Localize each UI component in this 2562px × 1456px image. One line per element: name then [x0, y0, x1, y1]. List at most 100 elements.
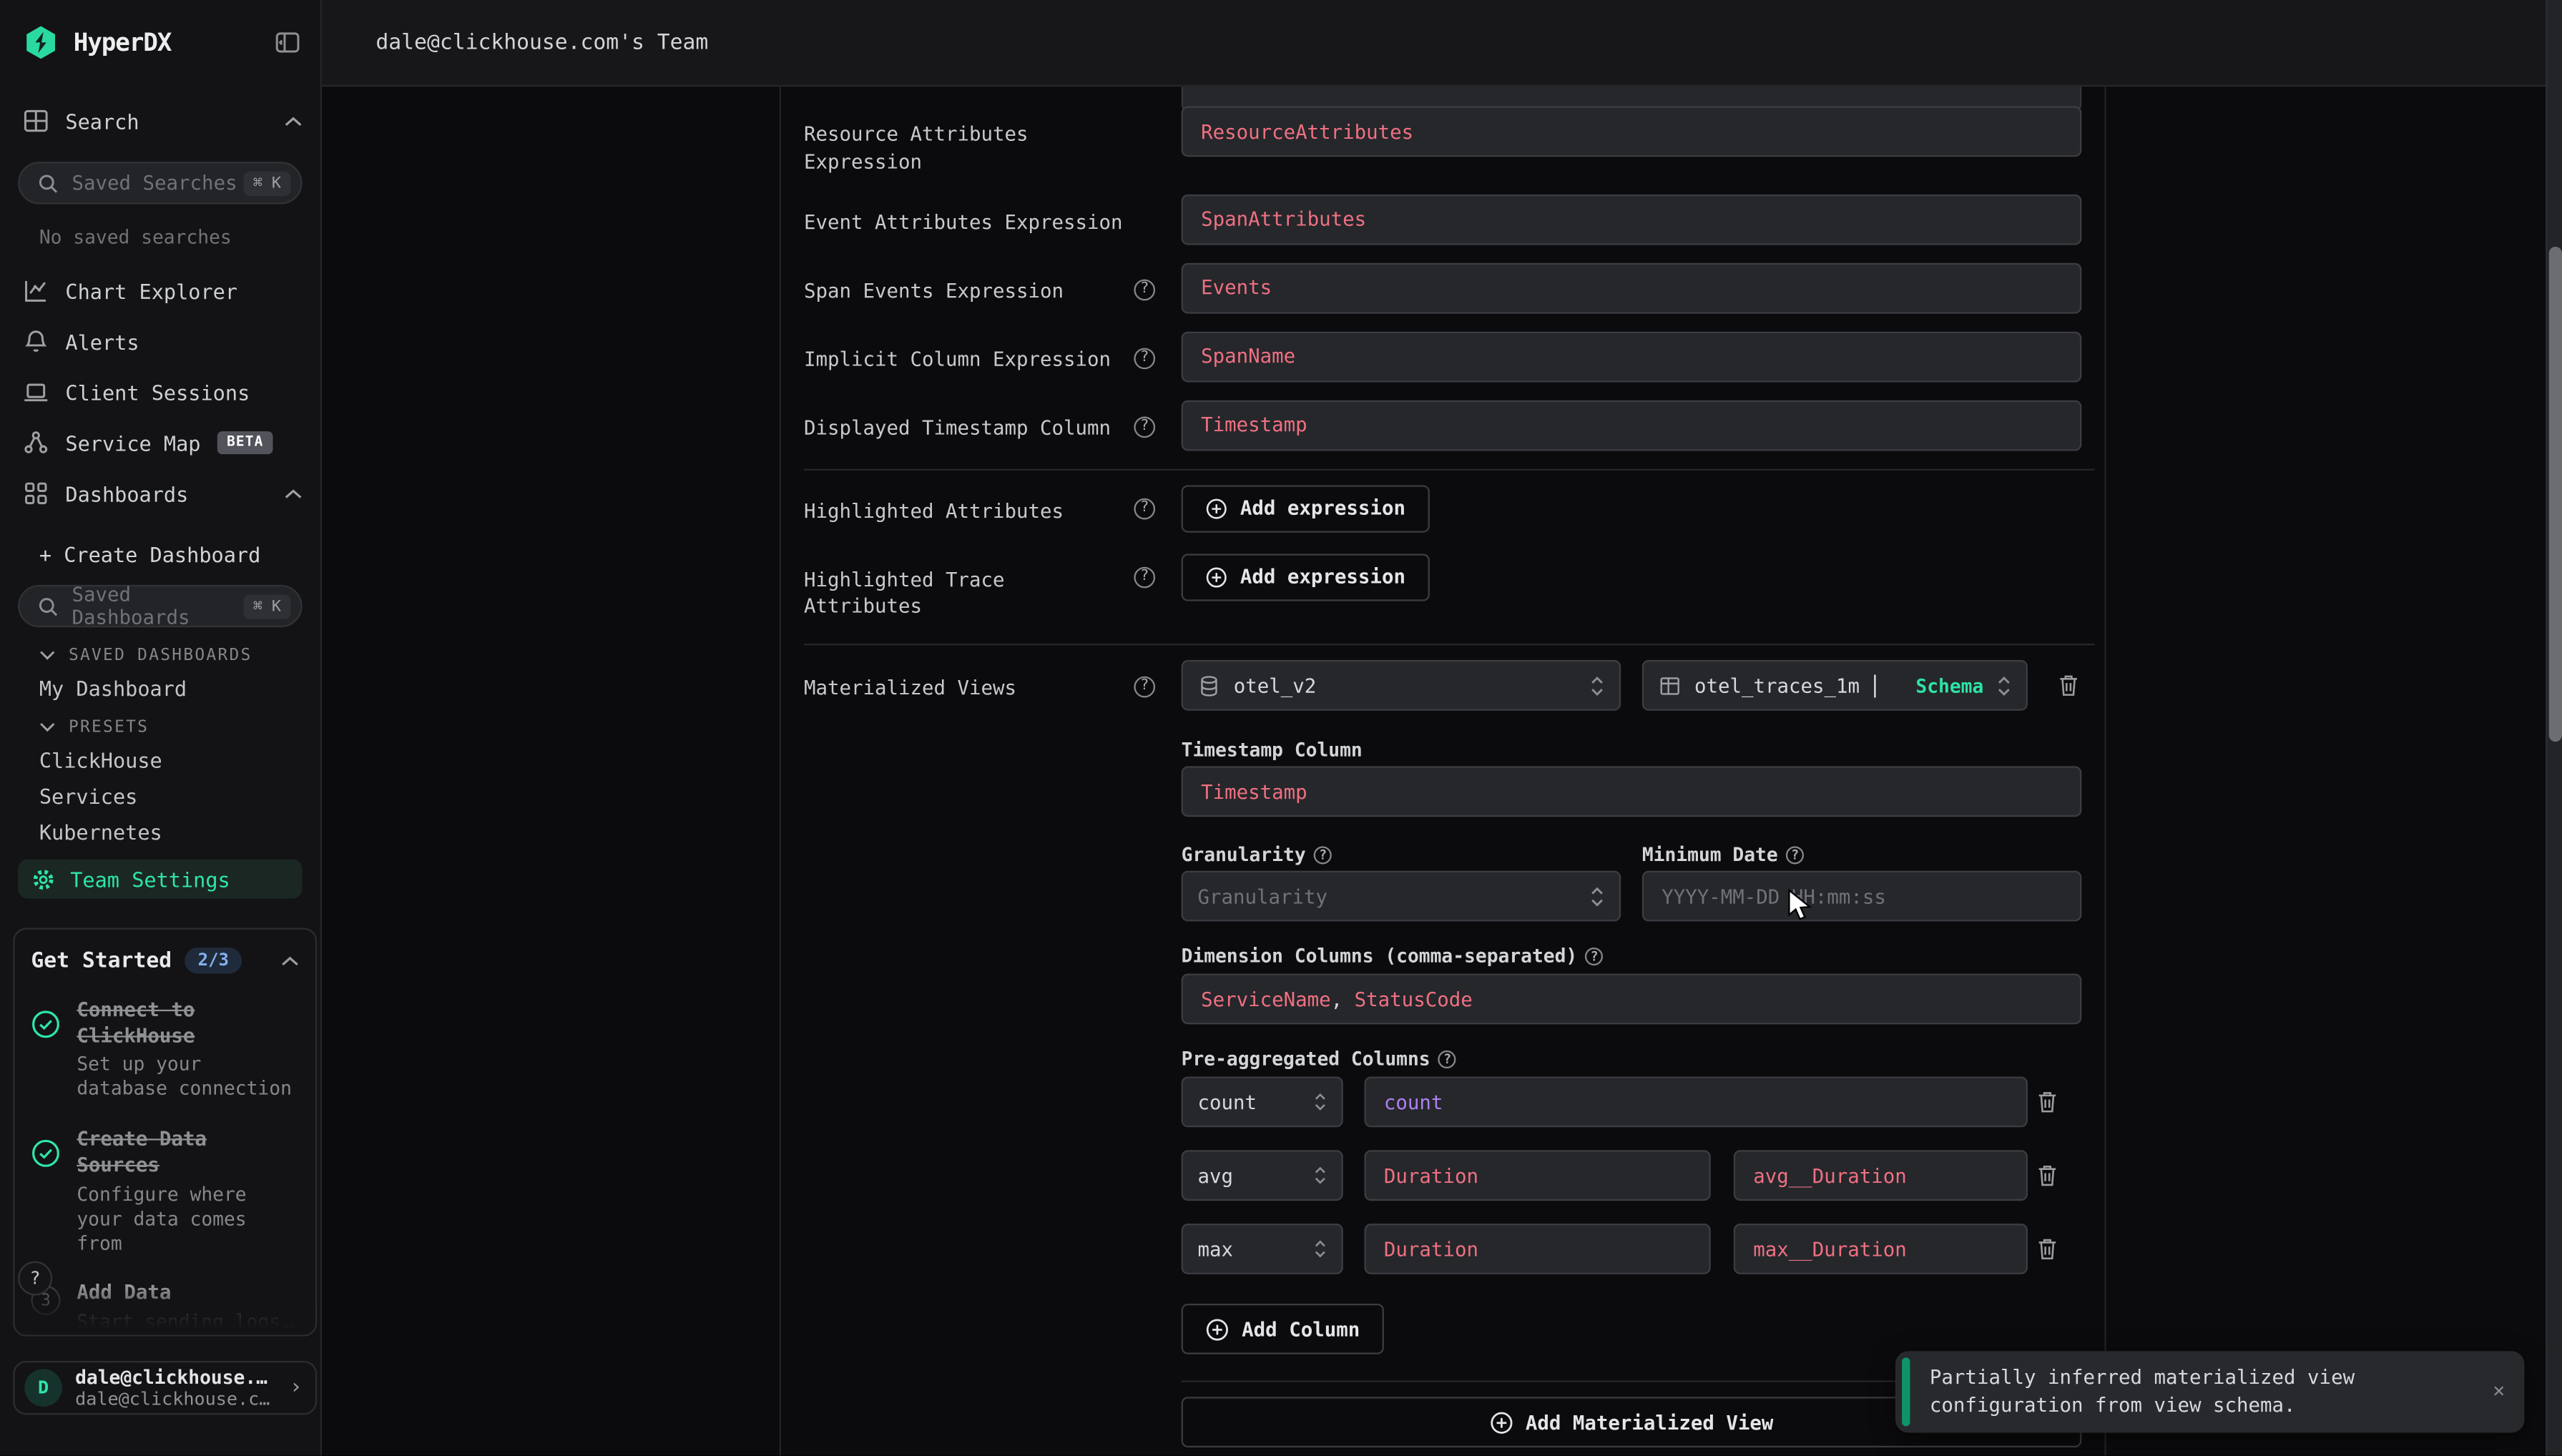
aggregation-select[interactable]: count: [1182, 1077, 1343, 1128]
get-started-step-add-data[interactable]: 3 Add Data Start sending logs, metrics, …: [31, 1280, 299, 1337]
sidebar-item-dashboards[interactable]: Dashboards: [18, 477, 302, 510]
schema-link[interactable]: Schema: [1915, 674, 1983, 697]
user-email: dale@clickhouse.c…: [75, 1389, 290, 1410]
step-title: Add Data: [77, 1280, 294, 1307]
help-icon[interactable]: ?: [1314, 846, 1332, 864]
check-circle-icon: [31, 1139, 60, 1256]
view-table-select[interactable]: otel_traces_1m Schema: [1642, 660, 2028, 711]
close-icon[interactable]: ✕: [2493, 1379, 2505, 1402]
section-header-label: PRESETS: [69, 718, 149, 736]
page-title: dale@clickhouse.com's Team: [376, 30, 708, 54]
minimum-date-placeholder: YYYY-MM-DD HH:mm:ss: [1662, 885, 1886, 907]
pre-aggregated-row: count count: [1182, 1077, 2082, 1128]
implicit-column-input[interactable]: SpanName: [1182, 331, 2082, 382]
search-icon: [38, 172, 59, 194]
expression-input[interactable]: Duration: [1365, 1224, 1711, 1274]
sidebar-item-client-sessions[interactable]: Client Sessions: [18, 375, 302, 408]
field-label: Event Attributes Expression: [804, 194, 1182, 245]
step-title: Create Data Sources: [77, 1126, 294, 1179]
presets-section-header[interactable]: PRESETS: [18, 716, 302, 739]
get-started-step-connect[interactable]: Connect to ClickHouse Set up your databa…: [31, 997, 299, 1102]
help-icon[interactable]: ?: [1786, 846, 1804, 864]
expression-input[interactable]: Duration: [1365, 1151, 1711, 1201]
create-dashboard-button[interactable]: + Create Dashboard: [18, 538, 302, 571]
scrollbar-thumb[interactable]: [2549, 247, 2562, 742]
beta-badge: BETA: [217, 431, 273, 454]
aggregation-select[interactable]: max: [1182, 1224, 1343, 1274]
dashboards-icon: [23, 481, 49, 507]
get-started-step-sources[interactable]: Create Data Sources Configure where your…: [31, 1126, 299, 1256]
field-label: Highlighted Trace Attributes?: [804, 553, 1182, 621]
scrollbar-track[interactable]: [2546, 0, 2562, 1455]
sidebar-item-search[interactable]: Search: [18, 104, 302, 137]
sidebar-item-clickhouse-preset[interactable]: ClickHouse: [18, 747, 302, 773]
select-chevrons-icon: [1314, 1239, 1327, 1260]
saved-searches-input[interactable]: Saved Searches ⌘ K: [18, 162, 302, 204]
sidebar-item-services-preset[interactable]: Services: [18, 782, 302, 809]
add-column-button[interactable]: Add Column: [1182, 1304, 1385, 1354]
get-started-title: Get Started: [31, 948, 172, 973]
help-icon[interactable]: ?: [1134, 498, 1155, 519]
delete-view-trash-icon[interactable]: [2057, 674, 2080, 698]
sidebar-item-service-map[interactable]: Service Map BETA: [18, 426, 302, 459]
arrow-right-icon: →: [283, 1316, 296, 1337]
help-icon[interactable]: ?: [1134, 566, 1155, 588]
mv-timestamp-input[interactable]: Timestamp: [1182, 767, 2082, 817]
sidebar-collapse-icon[interactable]: [273, 28, 303, 57]
delete-column-trash-icon[interactable]: [2036, 1237, 2058, 1261]
app-window: HyperDX Search Saved Searches: [0, 0, 2562, 1455]
granularity-placeholder: Granularity: [1197, 885, 1327, 907]
saved-dashboards-input[interactable]: Saved Dashboards ⌘ K: [18, 585, 302, 627]
dimension-columns-input[interactable]: ServiceName, StatusCode: [1182, 974, 2082, 1025]
step-description: Set up your database connection: [77, 1053, 294, 1101]
help-icon[interactable]: ?: [1438, 1050, 1456, 1068]
select-chevrons-icon: [1314, 1165, 1327, 1186]
pre-aggregated-columns-label: Pre-aggregated Columns?: [1182, 1048, 2082, 1071]
divider: [804, 644, 2095, 645]
app-title: HyperDX: [74, 28, 273, 57]
user-menu[interactable]: D dale@clickhouse.… dale@clickhouse.c… ›: [13, 1361, 317, 1415]
sidebar-item-kubernetes-preset[interactable]: Kubernetes: [18, 819, 302, 845]
delete-column-trash-icon[interactable]: [2036, 1090, 2058, 1114]
avatar: D: [24, 1369, 62, 1407]
get-started-card: Get Started 2/3 Connect to ClickHouse: [13, 928, 317, 1337]
add-expression-button[interactable]: Add expression: [1182, 485, 1430, 532]
help-icon[interactable]: ?: [1134, 279, 1155, 300]
aggregation-select[interactable]: avg: [1182, 1151, 1343, 1201]
minimum-date-input[interactable]: YYYY-MM-DD HH:mm:ss: [1642, 871, 2082, 922]
alias-input[interactable]: avg__Duration: [1734, 1151, 2028, 1201]
chevron-right-icon: ›: [290, 1375, 303, 1400]
help-icon[interactable]: ?: [1586, 947, 1604, 965]
resource-attributes-input[interactable]: ResourceAttributes: [1182, 106, 2082, 157]
add-expression-button[interactable]: Add expression: [1182, 553, 1430, 600]
shortcut-badge: ⌘ K: [243, 594, 291, 618]
help-icon[interactable]: ?: [1134, 416, 1155, 438]
user-name: dale@clickhouse.…: [75, 1366, 290, 1389]
step-description: Start sending logs, metrics, or traces: [77, 1309, 294, 1336]
event-attributes-input[interactable]: SpanAttributes: [1182, 194, 2082, 245]
sidebar-item-my-dashboard[interactable]: My Dashboard: [18, 674, 302, 701]
granularity-select[interactable]: Granularity: [1182, 871, 1621, 922]
help-button[interactable]: ?: [18, 1261, 52, 1296]
logo-row: HyperDX: [18, 23, 302, 62]
delete-column-trash-icon[interactable]: [2036, 1164, 2058, 1188]
dimension-columns-label: Dimension Columns (comma-separated)?: [1182, 945, 2082, 968]
alias-input[interactable]: max__Duration: [1734, 1224, 2028, 1274]
saved-dashboards-section-header[interactable]: SAVED DASHBOARDS: [18, 644, 302, 666]
expression-input[interactable]: count: [1365, 1077, 2028, 1128]
form-row-highlighted-attributes: Highlighted Attributes? Add expression: [804, 485, 2095, 532]
sidebar-item-label: Service Map: [65, 431, 200, 455]
toast-notification: Partially inferred materialized view con…: [1895, 1351, 2525, 1432]
chevron-up-icon[interactable]: [281, 955, 299, 966]
help-icon[interactable]: ?: [1134, 677, 1155, 698]
database-select[interactable]: otel_v2: [1182, 660, 1621, 711]
field-label: Highlighted Attributes?: [804, 485, 1182, 532]
span-events-input[interactable]: Events: [1182, 262, 2082, 313]
laptop-icon: [23, 379, 49, 405]
sidebar-item-alerts[interactable]: Alerts: [18, 325, 302, 358]
no-saved-searches-note: No saved searches: [18, 225, 302, 248]
help-icon[interactable]: ?: [1134, 348, 1155, 369]
sidebar-item-team-settings[interactable]: Team Settings: [18, 860, 302, 899]
displayed-timestamp-input[interactable]: Timestamp: [1182, 400, 2082, 451]
sidebar-item-chart-explorer[interactable]: Chart Explorer: [18, 275, 302, 308]
